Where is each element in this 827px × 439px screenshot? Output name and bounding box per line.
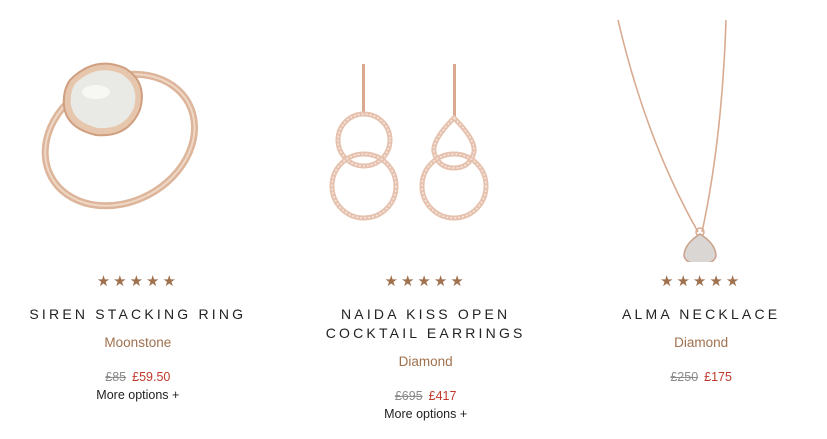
star-icon: ★ bbox=[417, 273, 434, 290]
product-variant: Moonstone bbox=[104, 335, 172, 350]
star-icon: ★ bbox=[162, 273, 179, 290]
star-icon: ★ bbox=[113, 273, 130, 290]
ring-image[interactable] bbox=[0, 0, 276, 262]
product-title-line-2[interactable]: COCKTAIL EARRINGS bbox=[276, 324, 576, 343]
star-icon: ★ bbox=[433, 273, 451, 290]
rating-stars: ★★★★★ bbox=[276, 274, 576, 290]
star-icon: ★ bbox=[129, 273, 147, 290]
star-icon: ★ bbox=[96, 273, 114, 290]
sale-price: £175 bbox=[704, 370, 732, 384]
star-icon: ★ bbox=[450, 273, 467, 290]
earrings-image[interactable] bbox=[276, 0, 576, 262]
product-card-necklace[interactable]: ★★★★★ ALMA NECKLACE Diamond £250 £175 bbox=[576, 0, 827, 439]
sale-price: £417 bbox=[428, 389, 457, 403]
star-icon: ★ bbox=[692, 273, 710, 290]
more-options-link[interactable]: More options + bbox=[276, 407, 576, 422]
star-icon: ★ bbox=[709, 273, 726, 290]
necklace-image[interactable] bbox=[576, 0, 827, 262]
star-icon: ★ bbox=[660, 273, 677, 290]
rating-stars: ★★★★★ bbox=[576, 274, 827, 290]
product-variant: Diamond bbox=[398, 354, 453, 369]
star-icon: ★ bbox=[146, 273, 163, 290]
old-price: £85 bbox=[105, 370, 127, 384]
product-variant: Diamond bbox=[674, 335, 729, 350]
rating-stars: ★★★★★ bbox=[0, 274, 276, 290]
more-options-link[interactable]: More options + bbox=[0, 388, 276, 403]
product-title[interactable]: ALMA NECKLACE bbox=[576, 305, 827, 324]
star-icon: ★ bbox=[384, 273, 401, 290]
price: £695 £417 bbox=[276, 389, 576, 404]
old-price: £695 bbox=[394, 389, 423, 403]
product-grid: ★★★★★ SIREN STACKING RING Moonstone £85 £… bbox=[0, 0, 827, 439]
star-icon: ★ bbox=[676, 273, 693, 290]
sale-price: £59.50 bbox=[132, 370, 171, 384]
product-title[interactable]: SIREN STACKING RING bbox=[0, 305, 276, 324]
product-card-ring[interactable]: ★★★★★ SIREN STACKING RING Moonstone £85 £… bbox=[0, 0, 276, 439]
star-icon: ★ bbox=[725, 273, 743, 290]
star-icon: ★ bbox=[400, 273, 418, 290]
price: £85 £59.50 bbox=[0, 370, 276, 385]
product-card-earrings[interactable]: ★★★★★ NAIDA KISS OPEN COCKTAIL EARRINGS … bbox=[276, 0, 576, 439]
product-title-line-1[interactable]: NAIDA KISS OPEN bbox=[276, 305, 576, 324]
old-price: £250 bbox=[670, 370, 699, 384]
price: £250 £175 bbox=[576, 370, 827, 385]
